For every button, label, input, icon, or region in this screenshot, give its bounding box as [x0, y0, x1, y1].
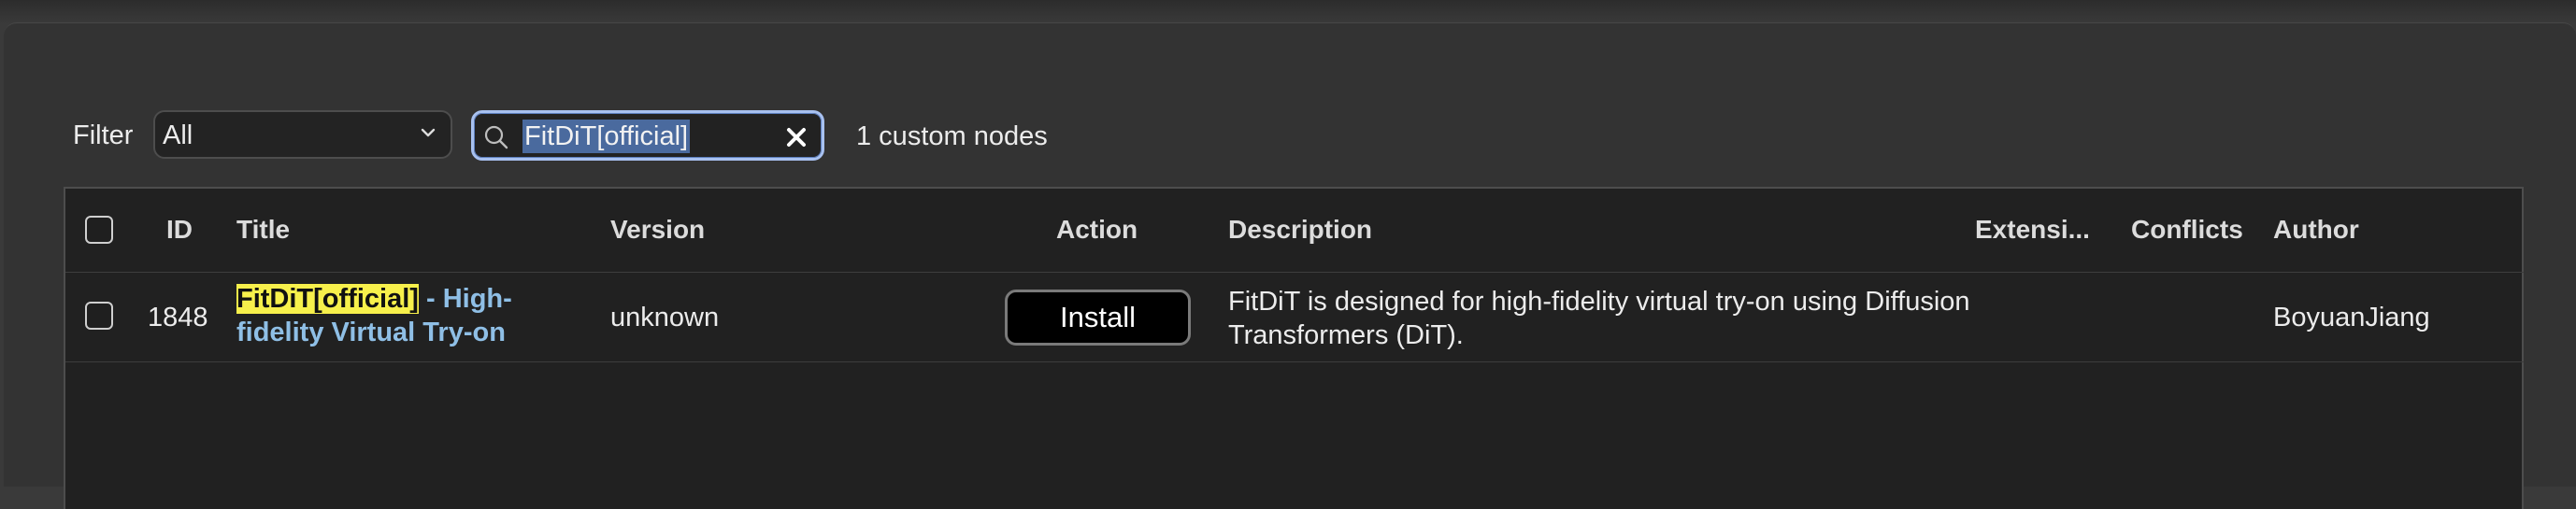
column-header-conflicts[interactable]: Conflicts	[2131, 211, 2243, 248]
chevron-down-icon	[421, 128, 436, 137]
custom-nodes-panel: Filter All FitDiT[official] 1 custom nod…	[4, 22, 2576, 509]
column-header-version[interactable]: Version	[610, 211, 705, 248]
window-top-strip	[0, 0, 2576, 24]
row-id: 1848	[148, 303, 208, 332]
column-header-description[interactable]: Description	[1228, 211, 1372, 248]
row-version: unknown	[610, 303, 720, 332]
search-input-value: FitDiT[official]	[522, 120, 691, 153]
row-title-highlight: FitDiT[official]	[236, 284, 419, 314]
column-header-extensions[interactable]: Extensi...	[1975, 211, 2090, 248]
row-checkbox[interactable]	[85, 302, 113, 330]
column-header-action[interactable]: Action	[1056, 211, 1138, 248]
row-author: BoyuanJiang	[2273, 303, 2430, 332]
row-description: FitDiT is designed for high-fidelity vir…	[1228, 287, 1970, 350]
filter-select[interactable]: All	[153, 110, 452, 159]
result-count: 1 custom nodes	[856, 121, 1048, 151]
header-divider	[65, 272, 2524, 273]
search-icon	[484, 125, 508, 149]
row-title-link[interactable]: FitDiT[official] - High-fidelity Virtual…	[236, 282, 573, 349]
custom-nodes-table: ID Title Version Action Description Exte…	[64, 187, 2524, 509]
search-input[interactable]: FitDiT[official]	[471, 110, 824, 161]
select-all-checkbox[interactable]	[85, 216, 113, 244]
column-header-author[interactable]: Author	[2273, 211, 2359, 248]
filter-label: Filter	[73, 120, 134, 150]
row-divider	[65, 361, 2524, 362]
column-header-title[interactable]: Title	[236, 211, 290, 248]
filter-select-value: All	[163, 120, 193, 150]
column-header-id[interactable]: ID	[166, 211, 193, 248]
install-button[interactable]: Install	[1005, 290, 1191, 346]
clear-icon[interactable]	[784, 125, 809, 149]
